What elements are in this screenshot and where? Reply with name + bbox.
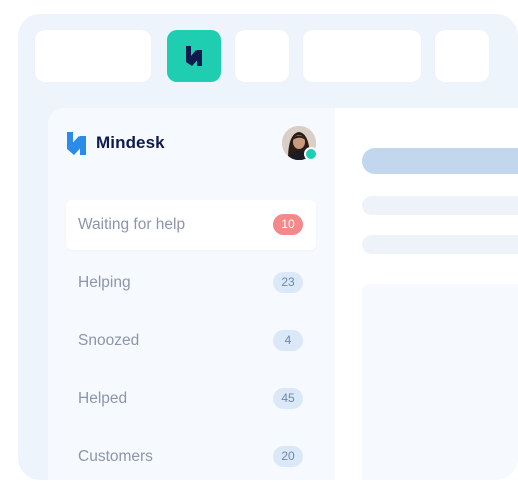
brand[interactable]: Mindesk: [65, 130, 165, 156]
nav-item-label: Customers: [78, 448, 153, 465]
nav-item-helping[interactable]: Helping 23: [66, 258, 316, 308]
top-bar-tile[interactable]: [303, 30, 421, 82]
top-bar-tile[interactable]: [35, 30, 151, 82]
count-badge: 23: [273, 272, 303, 293]
top-bar-tile[interactable]: [435, 30, 489, 82]
nav-item-label: Helped: [78, 390, 128, 407]
nav-item-customers[interactable]: Customers 20: [66, 432, 316, 480]
count-badge: 45: [273, 388, 303, 409]
skeleton-line: [362, 196, 518, 215]
nav-item-label: Waiting for help: [78, 216, 186, 233]
nav-item-waiting-for-help[interactable]: Waiting for help 10: [66, 200, 316, 250]
main-content: [335, 108, 518, 480]
mindesk-logo-icon: [67, 132, 86, 155]
count-badge: 20: [273, 446, 303, 467]
online-status-dot: [304, 147, 318, 161]
top-bar-tile[interactable]: [235, 30, 289, 82]
skeleton-title-bar: [362, 148, 518, 174]
sidebar: Mindesk Waiting for help 10 Helping 23 S…: [48, 108, 335, 480]
nav-item-snoozed[interactable]: Snoozed 4: [66, 316, 316, 366]
app-window: Mindesk Waiting for help 10 Helping 23 S…: [48, 108, 518, 480]
skeleton-line: [362, 235, 518, 254]
app-frame: Mindesk Waiting for help 10 Helping 23 S…: [18, 14, 518, 480]
nav-item-helped[interactable]: Helped 45: [66, 374, 316, 424]
mindesk-app-tile[interactable]: [167, 30, 221, 82]
count-badge: 4: [273, 330, 303, 351]
user-avatar[interactable]: [282, 126, 318, 161]
content-panel: [362, 284, 518, 480]
nav-item-label: Helping: [78, 274, 131, 291]
mindesk-logo-icon: [186, 46, 202, 66]
count-badge: 10: [273, 214, 303, 235]
brand-name: Mindesk: [96, 133, 165, 152]
nav-item-label: Snoozed: [78, 332, 140, 349]
